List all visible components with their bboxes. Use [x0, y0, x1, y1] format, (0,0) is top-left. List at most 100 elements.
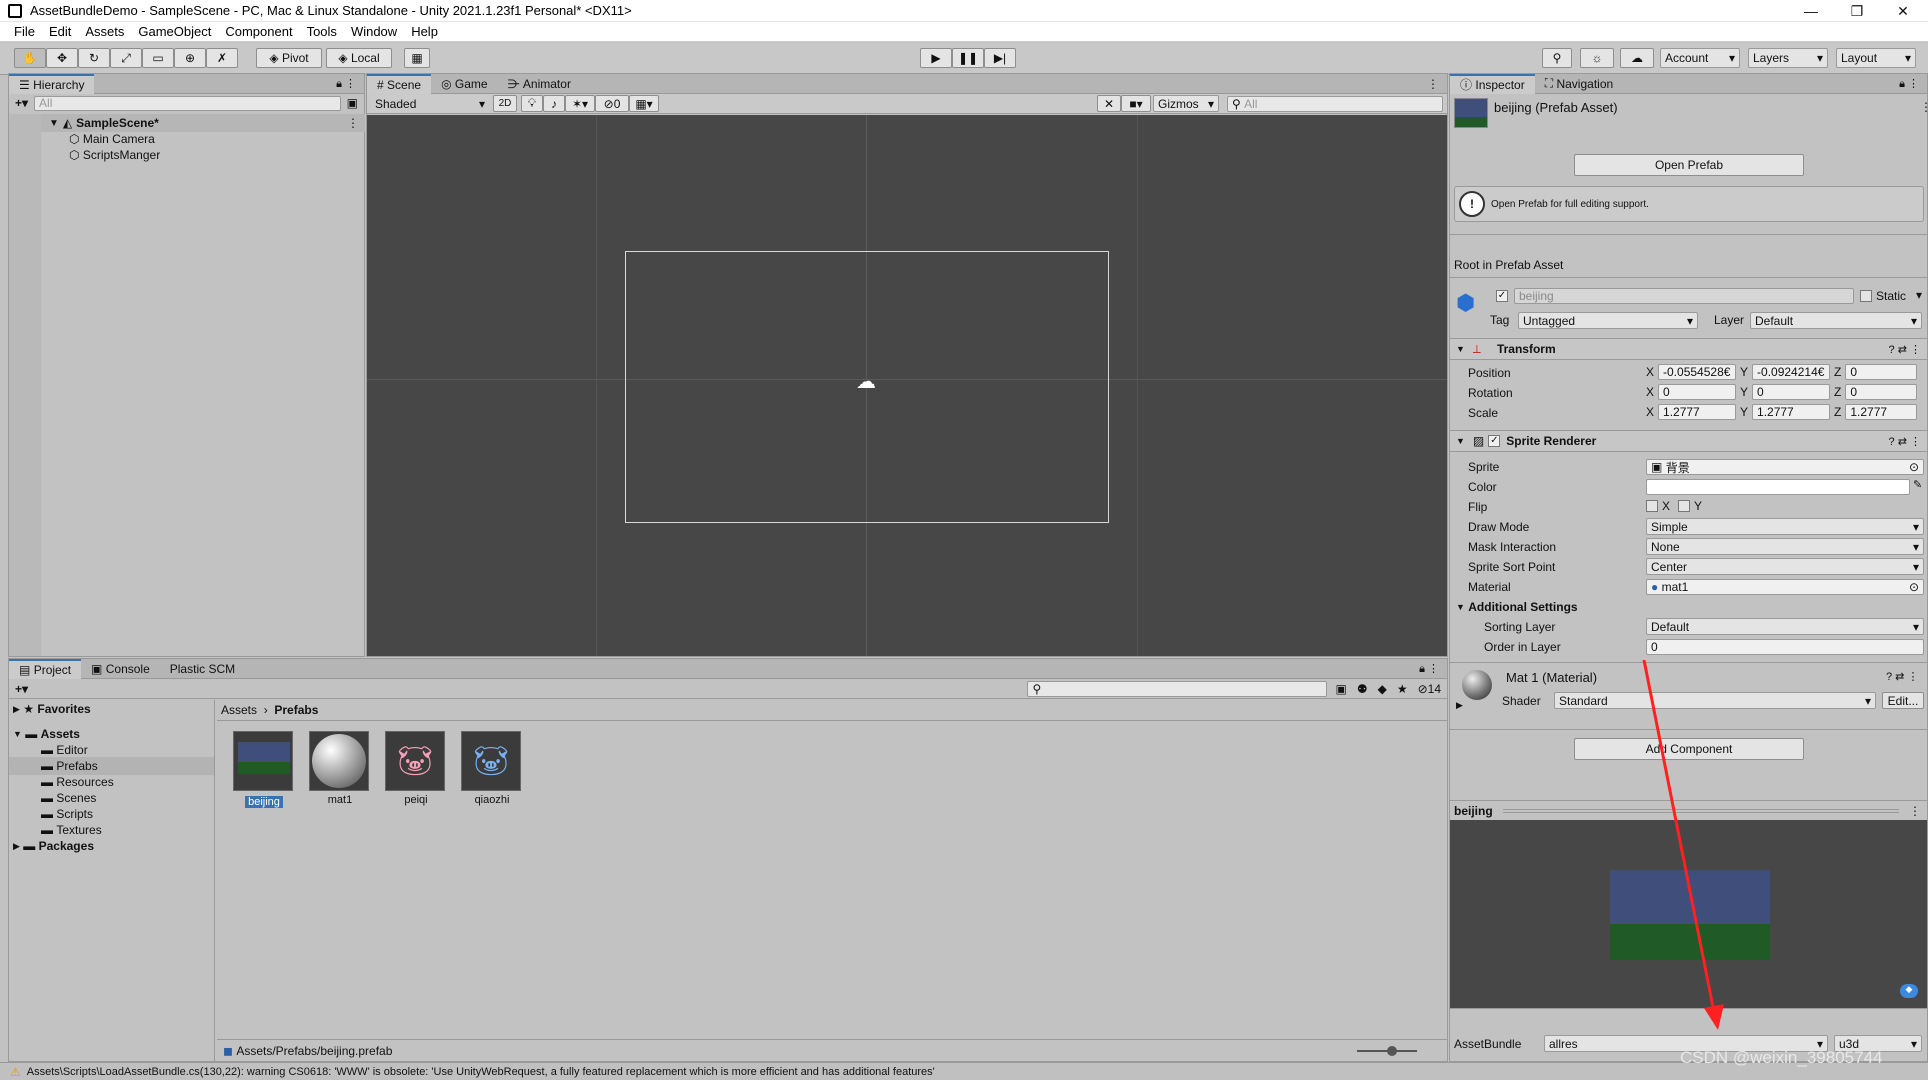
eyedropper-icon[interactable]: ✎ — [1913, 478, 1922, 491]
lock-icon[interactable]: 🔒︎ ⋮ — [336, 77, 364, 91]
slider-thumb[interactable] — [1387, 1045, 1397, 1056]
grid-snap-icon[interactable]: ▦ — [404, 48, 430, 68]
project-search-input[interactable]: ⚲ — [1027, 680, 1328, 697]
active-checkbox[interactable]: ✓ — [1496, 290, 1508, 302]
filter-icon[interactable]: ▣ — [347, 96, 358, 110]
tab-animator[interactable]: ⋺ Animator — [498, 74, 581, 94]
asset-item[interactable]: mat1 — [309, 731, 371, 806]
gizmos-dropdown[interactable]: Gizmos ▾ — [1153, 95, 1219, 112]
menu-component[interactable]: Component — [225, 24, 292, 39]
tab-console[interactable]: ▣ Console — [81, 659, 160, 679]
label-tag-icon[interactable]: ◆ — [1900, 984, 1918, 998]
tab-scene[interactable]: # Scene — [367, 73, 432, 94]
menu-gameobject[interactable]: GameObject — [138, 24, 211, 39]
mask-dropdown[interactable]: None ▾ — [1646, 538, 1924, 555]
position-z[interactable]: 0 — [1845, 364, 1918, 380]
scene-search-input[interactable]: ⚲ All — [1227, 95, 1443, 112]
component-menu-icon[interactable]: ? ⇄ ⋮ — [1889, 343, 1921, 356]
breadcrumb-assets[interactable]: Assets — [221, 703, 257, 717]
shading-dropdown[interactable]: Shaded ▾ — [371, 95, 489, 112]
zoom-slider[interactable] — [1357, 1045, 1417, 1056]
more-icon[interactable]: ⋮ — [1427, 77, 1439, 91]
rotate-tool-icon[interactable]: ↻ — [78, 48, 110, 68]
sorting-layer-dropdown[interactable]: Default ▾ — [1646, 618, 1924, 635]
tab-navigation[interactable]: ⛶ Navigation — [1535, 74, 1623, 94]
breadcrumb-prefabs[interactable]: Prefabs — [274, 703, 318, 717]
layout-dropdown[interactable]: Layout ▾ — [1836, 48, 1916, 68]
hidden-objects-toggle[interactable]: ⊘ 0 — [595, 95, 629, 112]
close-button[interactable]: ✕ — [1880, 0, 1926, 22]
hierarchy-search-input[interactable]: All — [34, 95, 341, 111]
grid-toggle-icon[interactable]: ▦▾ — [629, 95, 659, 112]
filter-type-icon[interactable]: ▣ — [1335, 682, 1346, 696]
tag-dropdown[interactable]: Untagged ▾ — [1518, 312, 1698, 329]
layers-dropdown[interactable]: Layers ▾ — [1748, 48, 1828, 68]
scene-view[interactable]: ☁ — [367, 115, 1447, 656]
scale-x[interactable]: 1.2777 — [1658, 404, 1737, 420]
rotation-x[interactable]: 0 — [1658, 384, 1737, 400]
status-bar[interactable]: ⚠ Assets\Scripts\LoadAssetBundle.cs(130,… — [0, 1062, 1928, 1080]
step-button[interactable]: ▶| — [984, 48, 1016, 68]
tag-icon[interactable]: ◆ — [1378, 682, 1387, 696]
menu-assets[interactable]: Assets — [85, 24, 124, 39]
star-icon[interactable]: ★ — [1397, 682, 1408, 696]
sprite-renderer-header[interactable]: ▼ ▨ ✓ Sprite Renderer ? ⇄ ⋮ — [1450, 430, 1927, 452]
tab-hierarchy[interactable]: ☰ Hierarchy — [9, 73, 95, 94]
open-prefab-button[interactable]: Open Prefab — [1574, 154, 1804, 176]
lock-icon[interactable]: 🔒︎ ⋮ — [1899, 77, 1919, 91]
transform-tool-icon[interactable]: ⊕ — [174, 48, 206, 68]
position-y[interactable]: -0.0924214€ — [1752, 364, 1831, 380]
menu-help[interactable]: Help — [411, 24, 438, 39]
pivot-toggle[interactable]: ◈ Pivot — [256, 48, 322, 68]
additional-settings-foldout[interactable]: ▼ Additional Settings — [1456, 598, 1578, 616]
hand-tool-icon[interactable]: ✋ — [14, 48, 46, 68]
tools-icon[interactable]: ✕ — [1097, 95, 1121, 112]
scale-z[interactable]: 1.2777 — [1845, 404, 1918, 420]
tab-project[interactable]: ▤ Project — [9, 658, 82, 679]
effects-icon[interactable]: ✶▾ — [565, 95, 595, 112]
camera-icon[interactable]: ■▾ — [1121, 95, 1151, 112]
filter-label-icon[interactable]: ⚉ — [1357, 682, 1368, 696]
component-menu-icon[interactable]: ? ⇄ ⋮ — [1886, 670, 1918, 683]
sort-point-dropdown[interactable]: Center ▾ — [1646, 558, 1924, 575]
add-icon[interactable]: +▾ — [15, 96, 28, 110]
packages-row[interactable]: ▶ ▬ Packages — [13, 837, 94, 855]
local-toggle[interactable]: ◈ Local — [326, 48, 392, 68]
static-checkbox[interactable] — [1860, 290, 1872, 302]
material-field[interactable]: ● mat1 ⊙ — [1646, 579, 1924, 595]
tab-plastic-scm[interactable]: Plastic SCM — [160, 659, 245, 679]
eye-slash-icon[interactable]: ⊘ — [1418, 682, 1428, 696]
lock-icon[interactable]: 🔒︎ ⋮ — [1419, 662, 1439, 676]
more-icon[interactable]: ⋮ — [347, 116, 359, 130]
hierarchy-item[interactable]: ⬡ ScriptsManger — [69, 146, 160, 164]
component-menu-icon[interactable]: ? ⇄ ⋮ — [1889, 435, 1921, 448]
more-icon[interactable]: ⋮ — [1920, 100, 1928, 114]
camera-gizmo-icon[interactable]: ☁ — [856, 369, 876, 394]
play-button[interactable]: ▶ — [920, 48, 952, 68]
rotation-y[interactable]: 0 — [1752, 384, 1831, 400]
favorites-row[interactable]: ▶ ★ Favorites — [13, 700, 91, 718]
rect-tool-icon[interactable]: ▭ — [142, 48, 174, 68]
tab-game[interactable]: ◎ Game — [431, 74, 498, 94]
tab-inspector[interactable]: ⓘ Inspector — [1450, 73, 1535, 94]
menu-window[interactable]: Window — [351, 24, 397, 39]
more-icon[interactable]: ⋮ — [1909, 804, 1921, 818]
edit-shader-button[interactable]: Edit... — [1882, 692, 1924, 709]
flip-y-checkbox[interactable] — [1678, 500, 1691, 512]
menu-edit[interactable]: Edit — [49, 24, 71, 39]
expand-icon[interactable]: ▼ — [49, 118, 59, 129]
rotation-z[interactable]: 0 — [1845, 384, 1918, 400]
custom-tool-icon[interactable]: ✗ — [206, 48, 238, 68]
sprite-field[interactable]: ▣ 背景 ⊙ — [1646, 459, 1924, 475]
add-icon[interactable]: +▾ — [15, 682, 28, 696]
menu-tools[interactable]: Tools — [307, 24, 337, 39]
chevron-down-icon[interactable]: ▾ — [1916, 288, 1922, 302]
account-dropdown[interactable]: Account ▾ — [1660, 48, 1740, 68]
search-icon[interactable]: ⚲ — [1542, 48, 1572, 68]
maximize-button[interactable]: ❐ — [1834, 0, 1880, 22]
draw-mode-dropdown[interactable]: Simple ▾ — [1646, 518, 1924, 535]
cloud-icon[interactable]: ☁ — [1620, 48, 1654, 68]
pause-button[interactable]: ❚❚ — [952, 48, 984, 68]
name-field[interactable]: beijing — [1514, 288, 1854, 304]
color-field[interactable] — [1646, 479, 1910, 495]
